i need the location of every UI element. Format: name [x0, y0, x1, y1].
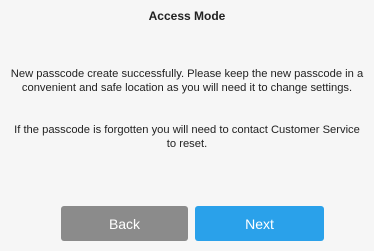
- dialog-title: Access Mode: [148, 9, 226, 23]
- back-button-label: Back: [108, 215, 141, 232]
- access-mode-dialog: Access Mode New passcode create successf…: [0, 0, 374, 251]
- back-button[interactable]: Back: [61, 206, 188, 241]
- passcode-forgotten-message: If the passcode is forgotten you will ne…: [14, 124, 360, 150]
- next-button-label: Next: [245, 215, 274, 232]
- passcode-success-message: New passcode create successfully. Please…: [10, 68, 364, 94]
- next-button[interactable]: Next: [195, 206, 324, 241]
